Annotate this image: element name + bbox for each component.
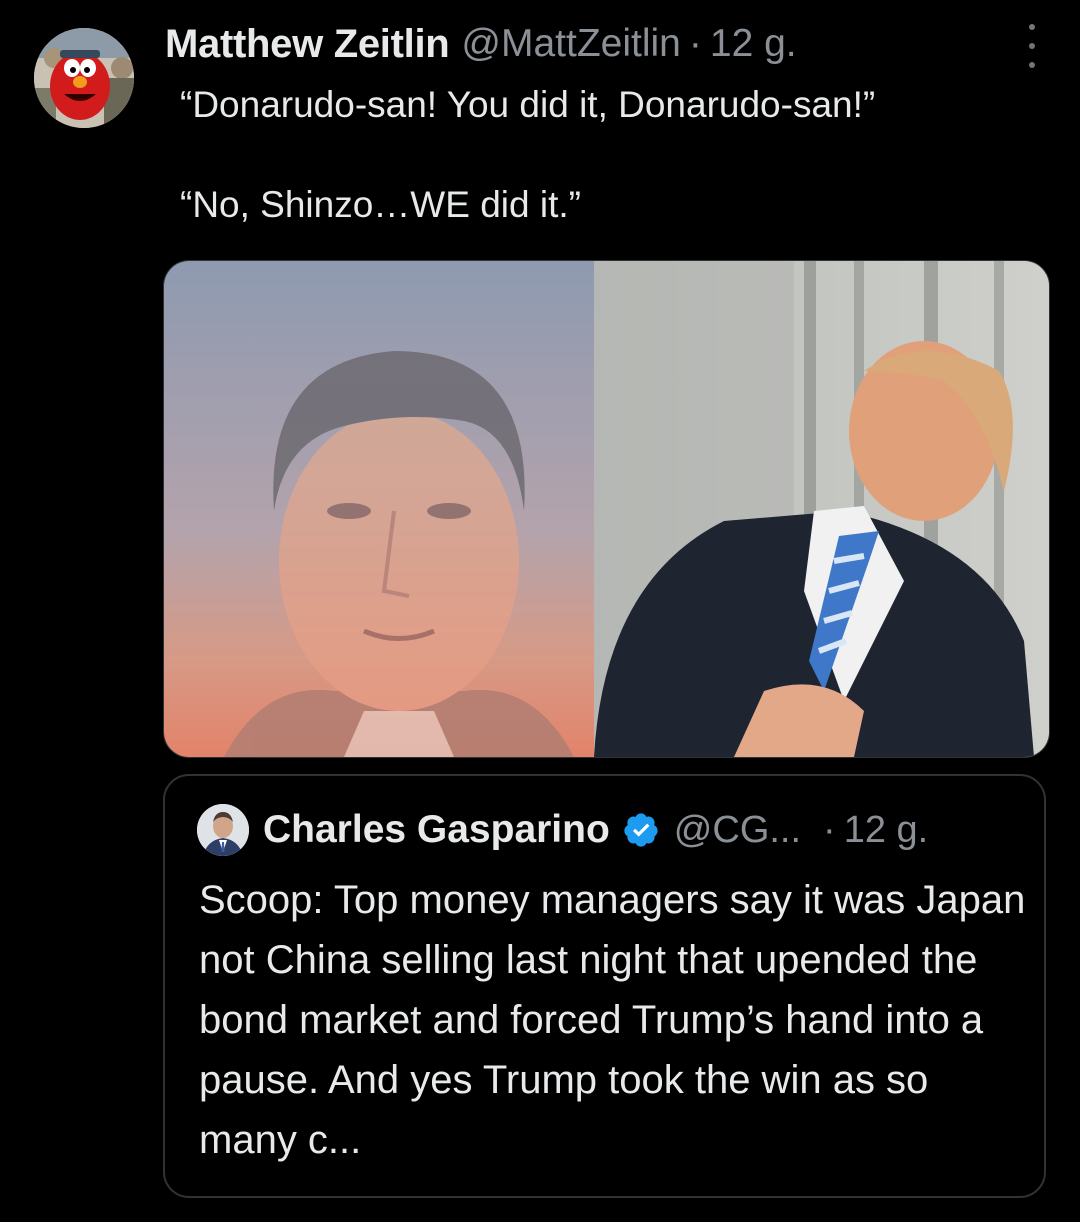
quoted-tweet-card[interactable]: Charles Gasparino @CG... · 12 g. Scoop: …	[163, 774, 1046, 1198]
quoted-author-avatar[interactable]	[197, 804, 249, 856]
tweet-media-image[interactable]	[163, 260, 1050, 758]
author-name[interactable]: Matthew Zeitlin	[165, 22, 450, 67]
quoted-tweet-text: Scoop: Top money managers say it was Jap…	[199, 878, 1026, 1162]
quoted-tweet-header: Charles Gasparino @CG... · 12 g.	[197, 800, 1024, 860]
tweet-text: “Donarudo-san! You did it, Donarudo-san!…	[180, 84, 876, 225]
media-illustration	[164, 261, 1049, 757]
quoted-header-separator: ·	[823, 808, 836, 851]
tweet-header: Matthew Zeitlin @MattZeitlin · 12 g.	[165, 14, 1040, 74]
verified-badge-icon	[622, 811, 660, 849]
author-handle[interactable]: @MattZeitlin	[461, 22, 680, 66]
avatar-image	[34, 28, 134, 128]
author-avatar[interactable]	[34, 28, 134, 128]
tweet-timestamp[interactable]: 12 g.	[710, 22, 797, 66]
quoted-tweet-timestamp[interactable]: 12 g.	[844, 809, 929, 852]
more-vertical-icon[interactable]	[1020, 24, 1044, 68]
quoted-avatar-image	[197, 804, 249, 856]
quoted-author-name[interactable]: Charles Gasparino	[263, 808, 610, 852]
quoted-author-handle[interactable]: @CG...	[674, 809, 801, 852]
header-separator: ·	[688, 22, 702, 65]
